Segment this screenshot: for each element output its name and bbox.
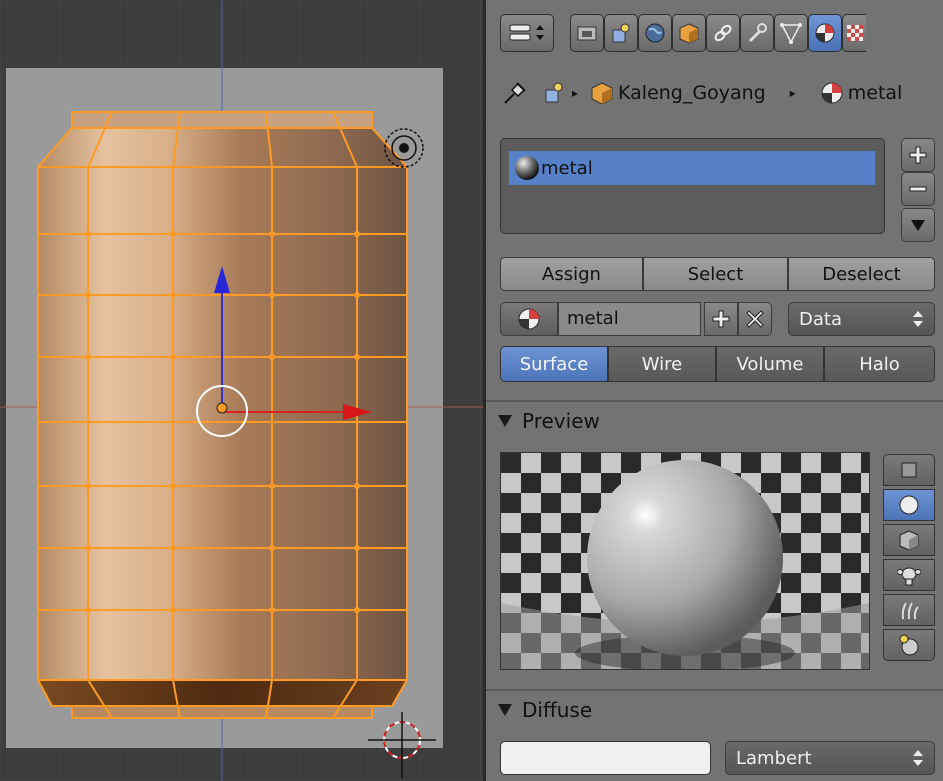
- material-icon: [815, 23, 835, 43]
- chevron-updown-icon: [913, 311, 923, 327]
- material-sphere-icon: [515, 156, 539, 180]
- preview-type-monkey[interactable]: [883, 559, 935, 591]
- object-icon: [679, 23, 699, 44]
- editor-type-icon: [509, 24, 544, 41]
- texture-icon: [846, 25, 863, 41]
- remove-slot-button[interactable]: [901, 172, 935, 206]
- editor-type-button[interactable]: [500, 14, 554, 52]
- tab-material[interactable]: [808, 14, 842, 52]
- preview-type-world[interactable]: [883, 629, 935, 661]
- tab-texture[interactable]: [842, 14, 866, 52]
- tab-render[interactable]: [570, 14, 604, 52]
- tab-world[interactable]: [638, 14, 672, 52]
- tab-constraints[interactable]: [706, 14, 740, 52]
- preview-type-flat[interactable]: [883, 454, 935, 486]
- preview-type-hair[interactable]: [883, 594, 935, 626]
- list-item[interactable]: metal: [509, 151, 875, 185]
- triangle-down-icon: [911, 220, 925, 231]
- deselect-button[interactable]: Deselect: [788, 257, 935, 291]
- tab-wire[interactable]: Wire: [608, 346, 716, 382]
- breadcrumb-separator: ▸: [572, 86, 579, 100]
- plus-icon: [909, 146, 927, 164]
- tab-halo[interactable]: Halo: [824, 346, 935, 382]
- link-mode-value: Data: [799, 308, 842, 330]
- sphere-icon: [899, 495, 919, 515]
- breadcrumb-object: Kaleng_Goyang: [618, 82, 766, 104]
- collapse-triangle-icon: [498, 704, 512, 716]
- diffuse-shader-select[interactable]: Lambert: [725, 741, 935, 775]
- data-icon: [780, 23, 802, 44]
- cube-icon: [899, 530, 919, 551]
- new-material-button[interactable]: [704, 302, 738, 336]
- breadcrumb: ▸ Kaleng_Goyang ▸ metal: [502, 78, 942, 108]
- chevron-updown-icon: [913, 750, 923, 766]
- preview-type-sphere[interactable]: [883, 489, 935, 521]
- minus-icon: [909, 186, 927, 192]
- scene-icon: [545, 82, 563, 103]
- render-icon: [577, 26, 597, 41]
- breadcrumb-separator: ▸: [789, 86, 796, 100]
- diffuse-section-header[interactable]: Diffuse: [498, 698, 592, 722]
- properties-panel: ▸ Kaleng_Goyang ▸ metal metal Assign Sel…: [483, 0, 943, 781]
- tab-data[interactable]: [774, 14, 808, 52]
- material-icon: [518, 308, 540, 330]
- plane-icon: [901, 462, 917, 478]
- preview-type-cube[interactable]: [883, 524, 935, 556]
- collapse-triangle-icon: [498, 415, 512, 427]
- 3d-viewport[interactable]: [0, 0, 483, 781]
- breadcrumb-material: metal: [847, 82, 903, 104]
- object-icon: [591, 82, 613, 105]
- tab-volume[interactable]: Volume: [716, 346, 824, 382]
- material-preview: [500, 452, 870, 670]
- slot-specials-menu[interactable]: [901, 208, 935, 242]
- material-slot-label: metal: [541, 157, 593, 179]
- unlink-material-button[interactable]: [738, 302, 772, 336]
- material-slot-list[interactable]: metal: [500, 138, 885, 234]
- preview-section-title: Preview: [522, 409, 600, 433]
- constraints-icon: [714, 24, 732, 42]
- close-icon: [746, 310, 764, 328]
- link-mode-select[interactable]: Data: [788, 302, 935, 336]
- material-icon: [821, 82, 843, 104]
- hair-icon: [901, 602, 919, 620]
- preview-render: [501, 453, 869, 669]
- monkey-icon: [897, 567, 921, 586]
- sphere-sky-icon: [899, 634, 919, 656]
- diffuse-color-swatch[interactable]: [500, 741, 711, 775]
- material-browse-button[interactable]: [500, 302, 558, 336]
- section-divider: [486, 689, 943, 691]
- tab-surface[interactable]: Surface: [500, 346, 608, 382]
- add-slot-button[interactable]: [901, 138, 935, 172]
- modifier-icon: [748, 23, 767, 43]
- assign-button[interactable]: Assign: [500, 257, 643, 291]
- pin-icon[interactable]: [502, 80, 528, 106]
- tab-render-layers[interactable]: [604, 14, 638, 52]
- tab-object[interactable]: [672, 14, 706, 52]
- world-icon: [645, 23, 665, 43]
- plus-icon: [712, 310, 730, 328]
- viewport-canvas[interactable]: [0, 0, 483, 781]
- material-name-field[interactable]: metal: [558, 302, 701, 336]
- select-button[interactable]: Select: [643, 257, 788, 291]
- diffuse-section-title: Diffuse: [522, 698, 593, 722]
- preview-section-header[interactable]: Preview: [498, 409, 600, 433]
- section-divider: [486, 400, 943, 402]
- render-layers-icon: [612, 23, 630, 43]
- tab-modifiers[interactable]: [740, 14, 774, 52]
- diffuse-shader-value: Lambert: [736, 747, 812, 769]
